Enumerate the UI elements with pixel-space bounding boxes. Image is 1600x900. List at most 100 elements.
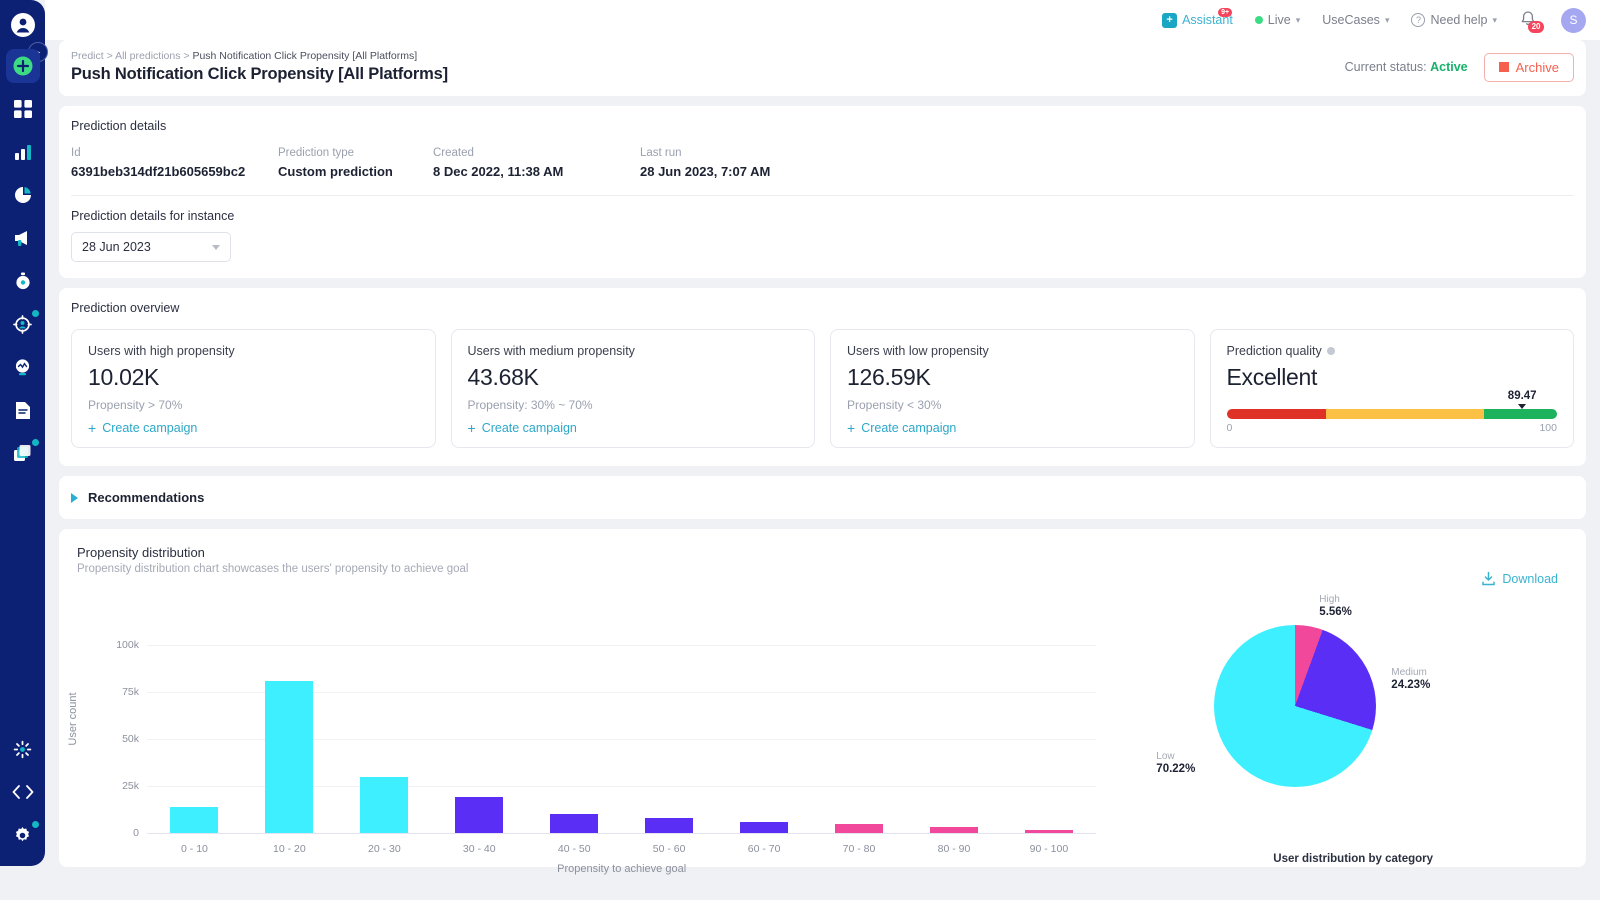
bar-chart-x-tick: 60 - 70: [747, 843, 781, 855]
sidebar-item-journeys[interactable]: [6, 264, 40, 298]
plus-icon: +: [847, 420, 856, 436]
kpi-label: Users with high propensity: [88, 344, 235, 358]
detail-field-last-run: Last run 28 Jun 2023, 7:07 AM: [640, 147, 847, 179]
detail-label: Prediction type: [278, 147, 355, 159]
instance-section-title: Prediction details for instance: [71, 209, 235, 223]
quality-label: Prediction quality: [1226, 344, 1322, 358]
avatar[interactable]: S: [1561, 7, 1586, 33]
bar[interactable]: [170, 806, 219, 833]
bar-chart-x-tick: 80 - 90: [937, 843, 971, 855]
create-campaign-label: Create campaign: [861, 421, 957, 435]
archive-label: Archive: [1515, 59, 1559, 75]
sidebar-item-reports[interactable]: [6, 393, 40, 427]
sidebar-item-add[interactable]: [5, 49, 40, 83]
info-icon[interactable]: [1326, 347, 1335, 355]
kpi-subtext: Propensity < 30%: [847, 398, 942, 412]
chevron-down-icon: [212, 244, 220, 250]
create-campaign-link[interactable]: + Create campaign: [847, 421, 1178, 435]
kpi-value: 43.68K: [467, 364, 539, 390]
create-campaign-link[interactable]: + Create campaign: [468, 421, 799, 435]
kpi-card-high-propensity: Users with high propensity 10.02K Propen…: [71, 329, 436, 448]
bar-chart-axis-line: [147, 833, 1097, 834]
breadcrumb-all-predictions[interactable]: All predictions: [115, 50, 180, 62]
top-navigation-bar: + Assistant 9+ Live ▾ UseCases ▾ ? Need …: [45, 0, 1600, 40]
sidebar-item-dashboard[interactable]: [6, 92, 40, 126]
bar-chart-x-tick: 50 - 60: [652, 843, 686, 855]
bar-chart-x-tick: 30 - 40: [462, 843, 496, 855]
bar[interactable]: [1024, 830, 1073, 833]
quality-label-row: Prediction quality: [1227, 344, 1558, 358]
bar[interactable]: [740, 821, 789, 833]
create-campaign-link[interactable]: + Create campaign: [88, 421, 419, 435]
bar-chart-x-tick: 90 - 100: [1029, 843, 1069, 855]
bar[interactable]: [929, 827, 978, 833]
sidebar-item-boards[interactable]: [6, 436, 40, 470]
instance-date-select[interactable]: 28 Jun 2023: [71, 232, 231, 262]
pie-value-text: 24.23%: [1391, 679, 1431, 691]
live-mode-dropdown[interactable]: Live ▾: [1254, 13, 1300, 27]
assistant-icon: +: [1162, 12, 1178, 28]
archive-button[interactable]: Archive: [1483, 52, 1574, 82]
quality-score: 89.47: [1507, 390, 1537, 402]
header-left: Predict > All predictions > Push Notific…: [71, 50, 448, 84]
bar-chart-category: 50 - 60: [622, 645, 717, 855]
sidebar-item-developer[interactable]: [6, 775, 40, 809]
notifications-button[interactable]: 20: [1519, 10, 1544, 33]
sidebar-item-campaigns[interactable]: [6, 221, 40, 255]
left-nav-rail: ▹: [0, 0, 48, 866]
sidebar-item-segments[interactable]: [6, 178, 40, 212]
bar[interactable]: [265, 680, 314, 833]
sidebar-item-analytics[interactable]: [6, 135, 40, 169]
detail-field-type: Prediction type Custom prediction: [278, 147, 433, 179]
bar[interactable]: [550, 814, 599, 833]
kpi-value: 126.59K: [847, 364, 931, 390]
recommendations-accordion[interactable]: Recommendations: [59, 476, 1586, 519]
create-campaign-label: Create campaign: [481, 421, 577, 435]
kpi-subtext: Propensity > 70%: [88, 398, 183, 412]
sidebar-item-integrations[interactable]: [6, 732, 40, 766]
bar-chart-category: 70 - 80: [812, 645, 907, 855]
need-help-dropdown[interactable]: ? Need help ▾: [1411, 13, 1497, 27]
quality-scale-max: 100: [1539, 422, 1557, 434]
prediction-details-title: Prediction details: [71, 119, 167, 133]
quality-marker-icon: [1518, 404, 1527, 409]
kpi-card-low-propensity: Users with low propensity 126.59K Propen…: [830, 329, 1195, 448]
pie-label-high: High 5.56%: [1319, 594, 1352, 618]
pie-label-medium: Medium 24.23%: [1391, 667, 1430, 691]
bar-chart-bars: 0 - 10 10 - 20 20 - 30 30 - 40 40 - 50 50 - 6…: [147, 645, 1096, 855]
chevron-right-icon: [71, 492, 78, 503]
page-title: Push Notification Click Propensity [All …: [71, 65, 448, 83]
kpi-label: Users with medium propensity: [467, 344, 635, 358]
bar-chart-x-tick: 70 - 80: [842, 843, 876, 855]
bar[interactable]: [360, 776, 409, 833]
header-right: Current status: Active Archive: [1345, 52, 1574, 82]
page-header-card: Predict > All predictions > Push Notific…: [59, 40, 1586, 96]
pie-value-text: 70.22%: [1156, 763, 1196, 775]
usecases-dropdown[interactable]: UseCases ▾: [1322, 13, 1389, 27]
kpi-subtext: Propensity: 30% ~ 70%: [467, 398, 593, 412]
clevertap-logo-icon[interactable]: [8, 10, 38, 40]
detail-value: 8 Dec 2022, 11:38 AM: [433, 164, 564, 179]
bar[interactable]: [645, 817, 694, 833]
usecases-label: UseCases: [1322, 13, 1380, 27]
bar[interactable]: [835, 823, 884, 833]
detail-value: 6391beb314df21b605659bc2: [71, 164, 246, 179]
bar[interactable]: [455, 797, 504, 833]
assistant-button[interactable]: + Assistant 9+: [1162, 7, 1233, 28]
bar-chart-y-tick: 25k: [122, 780, 139, 792]
pie-slices: [1214, 625, 1377, 787]
breadcrumb-predict[interactable]: Predict: [71, 50, 104, 62]
recommendations-label: Recommendations: [88, 490, 205, 505]
bar-chart-y-tick: 100k: [116, 639, 139, 651]
sidebar-item-predict[interactable]: [6, 350, 40, 384]
download-button[interactable]: Download: [1481, 571, 1558, 586]
kpi-row: Users with high propensity 10.02K Propen…: [71, 329, 1574, 448]
chevron-down-icon: ▾: [1384, 14, 1390, 25]
quality-scale-min: 0: [1226, 422, 1233, 434]
user-distribution-pie-chart: High 5.56% Medium 24.23% Low 70.22% User…: [1138, 594, 1568, 865]
propensity-bar-chart: User count 0 25k 50k 75k 100k 0 - 10 10 - 20 2…: [67, 603, 1097, 875]
sidebar-item-targeting[interactable]: [6, 307, 40, 341]
sidebar-item-settings[interactable]: [6, 818, 40, 852]
breadcrumb-separator: >: [106, 50, 113, 62]
bar-chart-y-axis-label: User count: [67, 692, 79, 746]
